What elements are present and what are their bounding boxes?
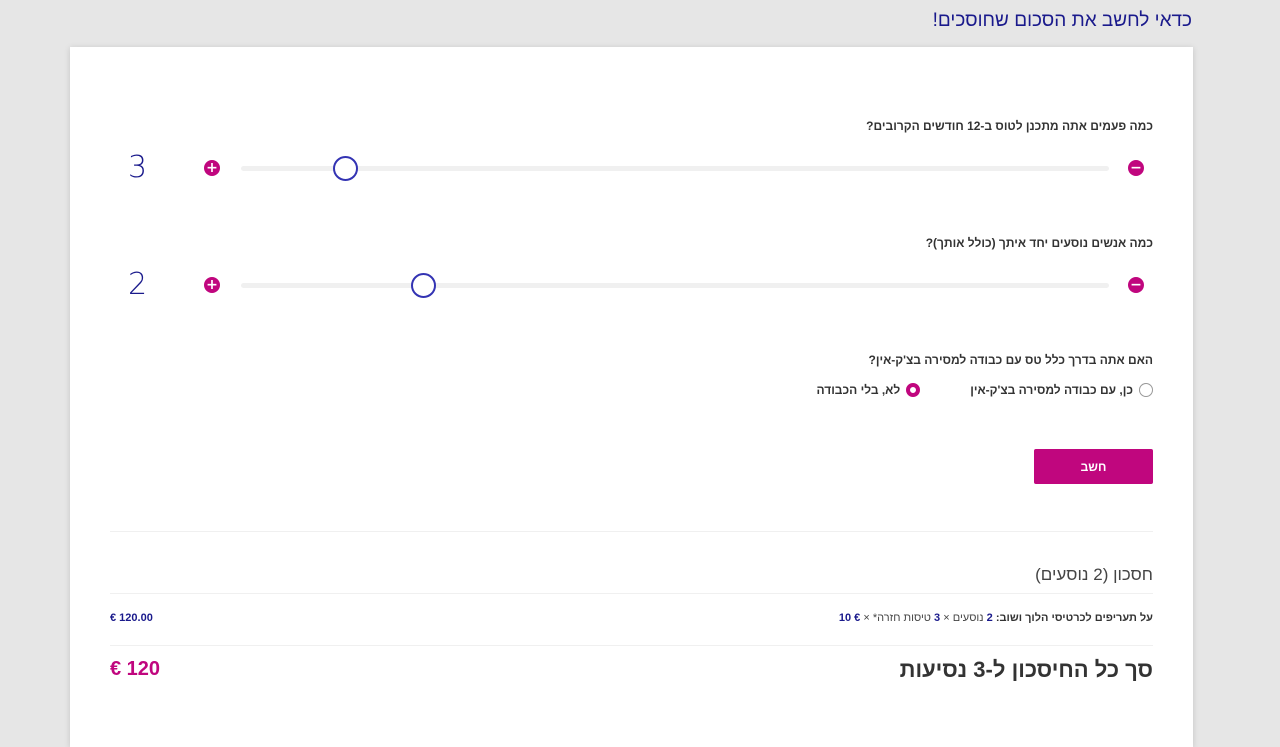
breakdown-passengers-text: נוסעים × [943,612,984,624]
passengers-slider-track[interactable] [241,283,1109,288]
luggage-question: האם אתה בדרך כלל טס עם כבודה למסירה בצ'ק… [868,353,1153,367]
divider [110,645,1153,646]
breakdown-flights-text: טיסות חזרה* × [863,612,931,624]
plus-circle-icon: + [206,277,218,293]
flights-question: כמה פעמים אתה מתכנן לטוס ב-12 חודשים הקר… [866,119,1153,133]
luggage-option-no-label: לא, בלי הכבודה [816,383,901,397]
page-title: כדאי לחשב את הסכום שחוסכים! [932,10,1192,31]
luggage-option-no[interactable]: לא, בלי הכבודה [816,383,921,397]
breakdown-fee: € 10 [838,612,861,624]
total-savings-label: סך כל החיסכון ל-3 נסיעות [899,657,1153,682]
passengers-slider-row: 2 + − [70,265,1193,305]
savings-breakdown: על תעריפים לכרטיסי הלוך ושוב: 2 נוסעים ×… [839,612,1153,624]
luggage-radio-group: כן, עם כבודה למסירה בצ'ק-אין לא, בלי הכב… [816,383,1153,397]
passengers-slider-thumb[interactable] [410,273,436,298]
flights-slider-track[interactable] [241,166,1109,171]
total-savings-amount: € 120 [110,658,161,680]
passengers-decrease-button[interactable]: − [1128,277,1144,293]
plus-circle-icon: + [206,160,218,176]
breakdown-flights: 3 [934,612,941,624]
divider [110,593,1153,594]
calculate-button[interactable]: חשב [1034,449,1153,484]
flights-slider-row: 3 + − [70,148,1193,188]
breakdown-passengers: 2 [986,612,993,624]
breakdown-label: על תעריפים לכרטיסי הלוך ושוב: [995,612,1153,624]
passengers-increase-button[interactable]: + [204,277,220,293]
minus-circle-icon: − [1130,160,1142,176]
flights-value: 3 [127,150,148,185]
flights-slider-thumb[interactable] [332,156,358,181]
radio-button-no[interactable] [906,383,921,397]
luggage-option-yes-label: כן, עם כבודה למסירה בצ'ק-אין [970,383,1133,397]
divider [110,531,1153,532]
radio-button-yes[interactable] [1139,383,1153,397]
flights-decrease-button[interactable]: − [1128,160,1144,176]
passengers-question: כמה אנשים נוסעים יחד איתך (כולל אותך)? [925,236,1153,250]
passengers-value: 2 [127,267,148,302]
minus-circle-icon: − [1130,277,1142,293]
savings-heading: חסכון (2 נוסעים) [1035,565,1153,584]
luggage-option-yes[interactable]: כן, עם כבודה למסירה בצ'ק-אין [970,383,1153,397]
flights-increase-button[interactable]: + [204,160,220,176]
breakdown-amount: € 120.00 [110,612,153,624]
savings-calculator-card: כמה פעמים אתה מתכנן לטוס ב-12 חודשים הקר… [70,47,1193,747]
